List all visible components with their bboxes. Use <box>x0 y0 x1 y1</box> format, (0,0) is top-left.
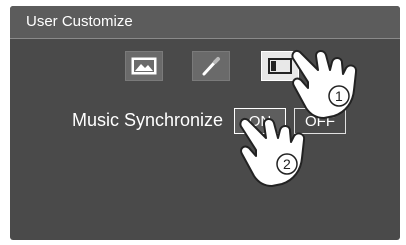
step-number-2: 2 <box>283 156 291 172</box>
step-number-1: 1 <box>335 88 343 104</box>
music-synchronize-label: Music Synchronize <box>72 110 224 130</box>
tab-color[interactable] <box>192 51 230 81</box>
wallpaper-icon <box>131 57 157 75</box>
tab-wallpaper[interactable] <box>125 51 163 81</box>
color-picker-icon <box>202 57 220 76</box>
screen-title: User Customize <box>26 13 133 30</box>
title-bar: User Customize <box>10 6 400 39</box>
pointing-hand-icon: 2 <box>236 114 314 193</box>
